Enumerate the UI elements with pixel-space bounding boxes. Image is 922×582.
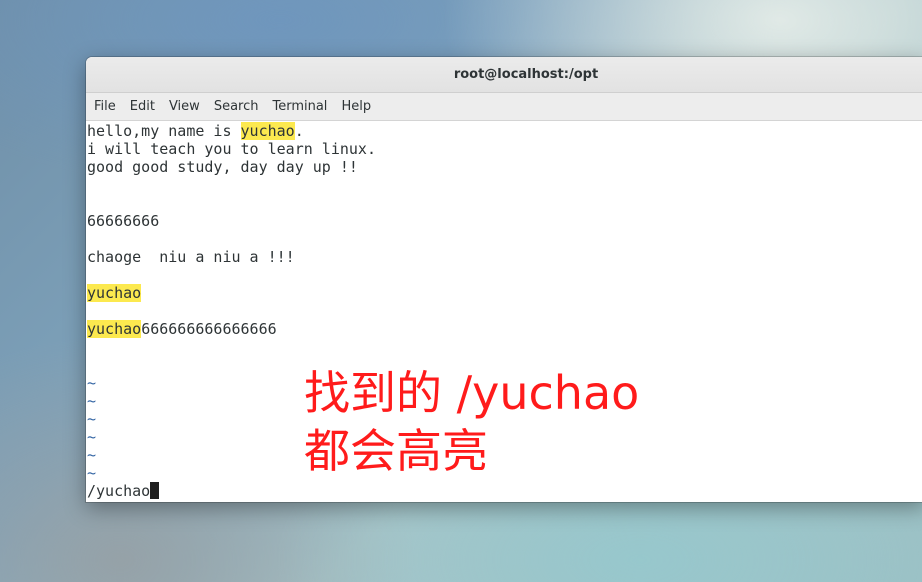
annotation-line-1: 找到的 /yuchao — [304, 366, 640, 420]
menu-file[interactable]: File — [87, 93, 123, 121]
menu-search[interactable]: Search — [207, 93, 266, 121]
search-match-highlight: yuchao — [240, 122, 295, 140]
line-text: . — [294, 122, 304, 140]
terminal-line: chaoge niu a niu a !!! — [87, 248, 295, 266]
menu-help[interactable]: Help — [334, 93, 378, 121]
line-text: hello,my name is — [87, 122, 241, 140]
red-annotation: 找到的 /yuchao 都会高亮 — [304, 364, 639, 480]
text-cursor — [150, 482, 160, 499]
command-line[interactable]: /yuchao — [87, 482, 922, 500]
terminal-line: yuchao666666666666666 — [87, 320, 922, 338]
menu-terminal[interactable]: Terminal — [265, 93, 334, 121]
terminal-line: yuchao — [87, 284, 922, 302]
menu-view[interactable]: View — [162, 93, 207, 121]
terminal-line: i will teach you to learn linux. — [87, 140, 376, 158]
menu-edit[interactable]: Edit — [123, 93, 162, 121]
search-match-highlight: yuchao — [87, 284, 142, 302]
annotation-line-2: 都会高亮 — [304, 424, 488, 478]
terminal-line: 66666666 — [87, 212, 160, 230]
search-match-highlight: yuchao — [87, 320, 142, 338]
line-text: 666666666666666 — [141, 320, 277, 338]
title-bar[interactable]: root@localhost:/opt — [86, 57, 922, 93]
window-title: root@localhost:/opt — [453, 67, 599, 82]
terminal-line: hello,my name is yuchao. — [87, 122, 922, 140]
search-command[interactable]: /yuchao — [87, 482, 150, 500]
terminal-line: good good study, day day up !! — [87, 158, 358, 176]
menu-bar: File Edit View Search Terminal Help — [86, 93, 922, 121]
